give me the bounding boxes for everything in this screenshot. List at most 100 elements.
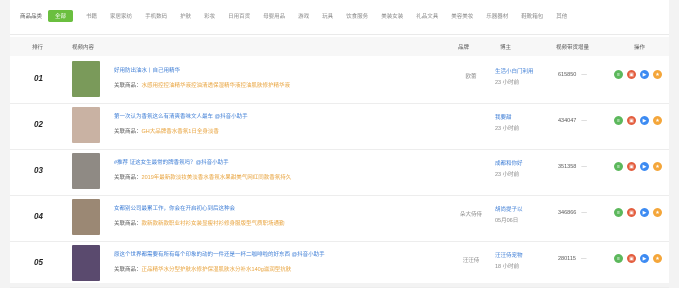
star-icon[interactable]: ★ (653, 116, 662, 125)
blogger-info: 生活小白门利用 23 小时前 (495, 67, 534, 86)
star-icon[interactable]: ★ (653, 70, 662, 79)
brand-name: 欧蕾 (465, 74, 477, 80)
rank-number: 01 (34, 74, 43, 83)
star-icon[interactable]: ★ (653, 208, 662, 217)
blogger-link[interactable]: 胡尚提子以 (495, 205, 523, 213)
header-blogger: 博主 (500, 45, 512, 51)
video-title-link[interactable]: 第一次认为香氛这么有清爽香味文人最车 @抖音小助手 (114, 112, 248, 120)
category-all[interactable]: 全部 (48, 10, 74, 22)
play-icon[interactable]: ▶ (640, 208, 649, 217)
sales-value: 434047 (558, 118, 577, 124)
category-item[interactable]: 美装女装 (381, 12, 403, 20)
blogger-info: 成都和你好 23 小时前 (495, 159, 523, 178)
note-icon[interactable]: ≡ (614, 116, 623, 125)
category-item[interactable]: 礼品文具 (416, 12, 438, 20)
category-item[interactable]: 饮食服务 (346, 12, 368, 20)
category-item[interactable]: 美容美妆 (451, 12, 473, 20)
goods-prefix: 关联商品： (114, 129, 142, 135)
related-goods: 关联商品：正品精华水分型护肤水修护保湿肌肤水分补水140g滋润型抗肤 (114, 265, 291, 273)
shop-icon[interactable]: ▣ (627, 70, 636, 79)
goods-link[interactable]: GH大品牌香水香氛1日全身淡香 (142, 129, 219, 135)
goods-prefix: 关联商品： (114, 267, 142, 273)
category-filter: 商品品类 全部 书籍 家居家纺 手机数码 护肤 彩妆 日用百货 母婴用品 游戏 … (20, 8, 580, 24)
blogger-link[interactable]: 汪汪侍宠物 (495, 251, 523, 259)
note-icon[interactable]: ≡ (614, 70, 623, 79)
trend-value: — (580, 256, 587, 262)
rank-number: 04 (34, 212, 43, 221)
shop-icon[interactable]: ▣ (627, 208, 636, 217)
category-item[interactable]: 家居家纺 (110, 12, 132, 20)
goods-link[interactable]: 2019年最新款淡妆美淡香水香氛水果甜美气网红同款香氛持久 (142, 175, 292, 181)
blogger-link[interactable]: 生活小白门利用 (495, 67, 534, 75)
blogger-info: 胡尚提子以 05月06日 (495, 205, 523, 224)
shop-icon[interactable]: ▣ (627, 162, 636, 171)
goods-link[interactable]: 款新款新款职业衬衫女装显瘦衬衫修身服版型气质职场通勤 (142, 221, 285, 227)
goods-link[interactable]: 水感用控控油精华液控油清透保湿精华液控油肌肤修护精华液 (142, 83, 291, 89)
video-title-link[interactable]: #推荐 证这女生最常的牌香氛吗？@抖音小助手 (114, 158, 229, 166)
video-thumbnail[interactable] (72, 61, 100, 97)
video-thumbnail[interactable] (72, 107, 100, 143)
post-time: 23 小时前 (495, 126, 520, 132)
row-actions: ≡ ▣ ▶ ★ (614, 254, 666, 263)
table-row: 05 原这个世界都需要有所有每个印象的动的一件还是一杯二咖啡啦的好东西 @抖音小助… (10, 241, 669, 288)
blogger-info: 汪汪侍宠物 18 小时前 (495, 251, 523, 270)
category-item[interactable]: 书籍 (86, 12, 97, 20)
blogger-link[interactable]: 成都和你好 (495, 159, 523, 167)
sales-count: 615850 — (558, 72, 587, 78)
category-item[interactable]: 玩具 (322, 12, 333, 20)
category-item[interactable]: 手机数码 (145, 12, 167, 20)
trend-value: — (581, 210, 587, 216)
video-title-link[interactable]: 好用防出油水丨自己用精华 (114, 66, 180, 74)
video-thumbnail[interactable] (72, 199, 100, 235)
category-item[interactable]: 游戏 (298, 12, 309, 20)
trend-value: — (581, 118, 587, 124)
goods-prefix: 关联商品： (114, 221, 142, 227)
shop-icon[interactable]: ▣ (627, 254, 636, 263)
category-item[interactable]: 彩妆 (204, 12, 215, 20)
category-item[interactable]: 乐器器材 (486, 12, 508, 20)
play-icon[interactable]: ▶ (640, 70, 649, 79)
table-header: 排行 视频内容 品牌 博主 视频带货增量 操作 (10, 37, 669, 56)
sales-count: 280115 — (558, 256, 586, 262)
goods-link[interactable]: 正品精华水分型护肤水修护保湿肌肤水分补水140g滋润型抗肤 (142, 267, 292, 273)
star-icon[interactable]: ★ (653, 254, 662, 263)
brand-name: 汪汪侍 (462, 258, 480, 264)
post-time: 18 小时前 (495, 264, 520, 270)
trend-value: — (581, 72, 587, 78)
note-icon[interactable]: ≡ (614, 162, 623, 171)
goods-prefix: 关联商品： (114, 175, 142, 181)
video-thumbnail[interactable] (72, 153, 100, 189)
post-time: 23 小时前 (495, 80, 520, 86)
rank-number: 02 (34, 120, 43, 129)
row-actions: ≡ ▣ ▶ ★ (614, 208, 666, 217)
sales-count: 434047 — (558, 118, 587, 124)
video-thumbnail[interactable] (72, 245, 100, 281)
play-icon[interactable]: ▶ (640, 254, 649, 263)
header-sales: 视频带货增量 (556, 45, 590, 51)
video-title-link[interactable]: 女都别公司最累工作，你会在开启初心到后这种会 (114, 204, 235, 212)
post-time: 23 小时前 (495, 172, 520, 178)
goods-prefix: 关联商品： (114, 83, 142, 89)
category-item[interactable]: 护肤 (180, 12, 191, 20)
play-icon[interactable]: ▶ (640, 162, 649, 171)
category-item[interactable]: 日用百货 (228, 12, 250, 20)
category-item[interactable]: 其他 (556, 12, 567, 20)
header-ops: 操作 (634, 45, 646, 51)
star-icon[interactable]: ★ (653, 162, 662, 171)
related-goods: 关联商品：2019年最新款淡妆美淡香水香氛水果甜美气网红同款香氛持久 (114, 173, 291, 181)
category-item[interactable]: 鞋靴箱包 (521, 12, 543, 20)
table-row: 01 好用防出油水丨自己用精华 关联商品：水感用控控油精华液控油清透保湿精华液控油肌… (10, 57, 669, 104)
rank-number: 03 (34, 166, 43, 175)
related-goods: 关联商品：水感用控控油精华液控油清透保湿精华液控油肌肤修护精华液 (114, 81, 290, 89)
shop-icon[interactable]: ▣ (627, 116, 636, 125)
note-icon[interactable]: ≡ (614, 254, 623, 263)
related-goods: 关联商品：款新款新款职业衬衫女装显瘦衬衫修身服版型气质职场通勤 (114, 219, 285, 227)
category-item[interactable]: 母婴用品 (263, 12, 285, 20)
blogger-link[interactable]: 我要甜 (495, 113, 519, 121)
note-icon[interactable]: ≡ (614, 208, 623, 217)
related-goods: 关联商品：GH大品牌香水香氛1日全身淡香 (114, 127, 219, 135)
video-title-link[interactable]: 原这个世界都需要有所有每个印象的动的一件还是一杯二咖啡啦的好东西 @抖音小助手 (114, 250, 325, 258)
play-icon[interactable]: ▶ (640, 116, 649, 125)
header-brand: 品牌 (458, 45, 470, 51)
sales-count: 346866 — (558, 210, 587, 216)
